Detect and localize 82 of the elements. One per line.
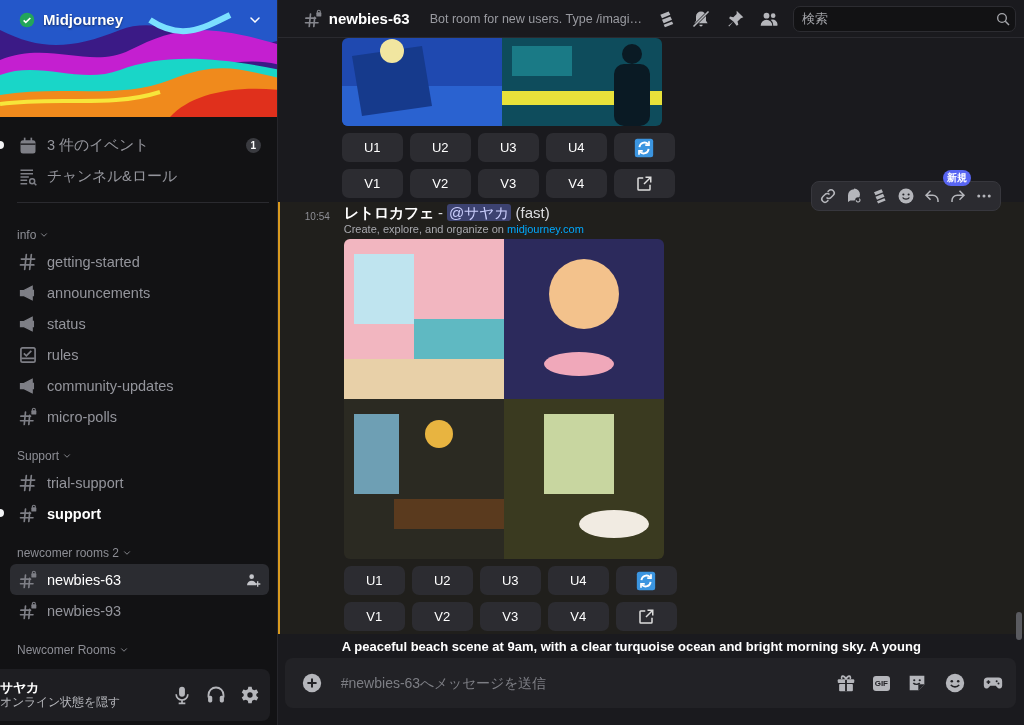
refresh-icon (634, 137, 655, 158)
locked-hash-icon (18, 600, 38, 621)
channel-title: newbies-63 (328, 10, 410, 27)
locked-hash-icon (18, 503, 38, 524)
locked-hash-icon (302, 8, 323, 29)
category-header[interactable]: Support (10, 432, 269, 467)
external-link-icon (637, 607, 656, 626)
emoji-icon[interactable] (944, 672, 966, 694)
unread-indicator (0, 509, 4, 517)
new-badge: 新規 (943, 170, 971, 186)
action-button[interactable]: U4 (545, 133, 607, 162)
hash-icon (18, 251, 38, 272)
channel-item[interactable]: trial-support (10, 467, 269, 498)
category-header[interactable]: Newcomer Rooms (10, 626, 269, 661)
category-header[interactable]: info (10, 211, 269, 246)
message-subtitle: Create, explore, and organize on midjourney.com (343, 222, 585, 237)
chevron-icon (122, 548, 133, 558)
action-button[interactable]: V2 (409, 169, 471, 198)
action-button[interactable]: V1 (341, 169, 403, 198)
message-input[interactable]: #newbies-63へメッセージを送信 (338, 674, 835, 692)
action-button[interactable]: U4 (547, 566, 609, 595)
settings-icon[interactable] (239, 685, 260, 705)
refresh-icon (636, 570, 657, 591)
external-link-icon (635, 174, 654, 193)
add-icon[interactable] (300, 672, 323, 694)
action-button[interactable]: U2 (409, 133, 471, 162)
action-button[interactable]: U3 (479, 566, 541, 595)
action-button[interactable]: V3 (477, 169, 539, 198)
channel-item[interactable]: support (0, 498, 269, 529)
action-button[interactable]: V1 (343, 602, 405, 631)
open-link-button[interactable] (615, 602, 677, 631)
action-button[interactable]: V4 (545, 169, 607, 198)
action-button[interactable]: U3 (477, 133, 539, 162)
locked-hash-icon (18, 569, 38, 590)
thread-icon[interactable] (871, 187, 889, 205)
calendar-icon (18, 135, 38, 156)
reroll-button[interactable] (615, 566, 677, 595)
sidebar-item[interactable]: 3 件のイベント 1 (0, 130, 269, 161)
category-header[interactable]: newcomer rooms 2 (10, 529, 269, 564)
open-link-button[interactable] (613, 169, 675, 198)
action-button[interactable]: V4 (547, 602, 609, 631)
channel-item[interactable]: micro-polls (10, 401, 269, 432)
user-status: オンライン状態を隠す (0, 695, 121, 709)
unread-indicator (0, 141, 4, 149)
channel-item[interactable]: announcements (10, 277, 269, 308)
sidebar-item[interactable]: チャンネル&ロール (10, 161, 269, 192)
message-title: レトロカフェ - @サヤカ (fast) (343, 203, 551, 222)
channel-item[interactable]: newbies-63 (10, 564, 269, 595)
search-field[interactable]: 検索 (793, 5, 1016, 32)
action-button[interactable]: U1 (341, 133, 403, 162)
emoji-icon[interactable] (897, 187, 915, 205)
reaction-icon[interactable] (845, 187, 863, 205)
channel-item[interactable]: getting-started (10, 246, 269, 277)
user-mention[interactable]: @サヤカ (447, 204, 512, 221)
mute-icon[interactable] (691, 8, 711, 29)
user-name[interactable]: サヤカ (0, 681, 158, 695)
channel-item[interactable]: newbies-93 (10, 595, 269, 626)
channel-topic[interactable]: Bot room for new users. Type /imagi… (429, 11, 642, 26)
reroll-button[interactable] (613, 133, 675, 162)
channel-item[interactable]: rules (10, 339, 269, 370)
count-badge: 1 (245, 138, 261, 153)
channel-item[interactable]: community-updates (10, 370, 269, 401)
scrollbar-thumb[interactable] (1016, 612, 1022, 640)
channel-item[interactable]: status (10, 308, 269, 339)
timestamp: 10:54 (304, 211, 330, 222)
checklist-icon (18, 344, 38, 365)
add-member-icon[interactable] (244, 571, 261, 588)
link-icon[interactable] (819, 187, 837, 205)
headphones-icon[interactable] (205, 685, 226, 705)
chevron-icon (62, 451, 73, 461)
action-button[interactable]: V3 (479, 602, 541, 631)
chevron-icon (39, 230, 50, 240)
hash-icon (18, 472, 38, 493)
action-button[interactable]: U1 (343, 566, 405, 595)
link[interactable]: midjourney.com (507, 223, 584, 235)
locked-hash-icon (18, 406, 38, 427)
gif-button[interactable]: GIF (872, 675, 890, 691)
search-icon (995, 10, 1011, 27)
message-text: A peaceful beach scene at 9am, with a clear turquoise ocean and bright morning sky. A young (341, 638, 922, 656)
action-button[interactable]: V2 (411, 602, 473, 631)
chevron-icon (118, 645, 129, 655)
action-button[interactable]: U2 (411, 566, 473, 595)
